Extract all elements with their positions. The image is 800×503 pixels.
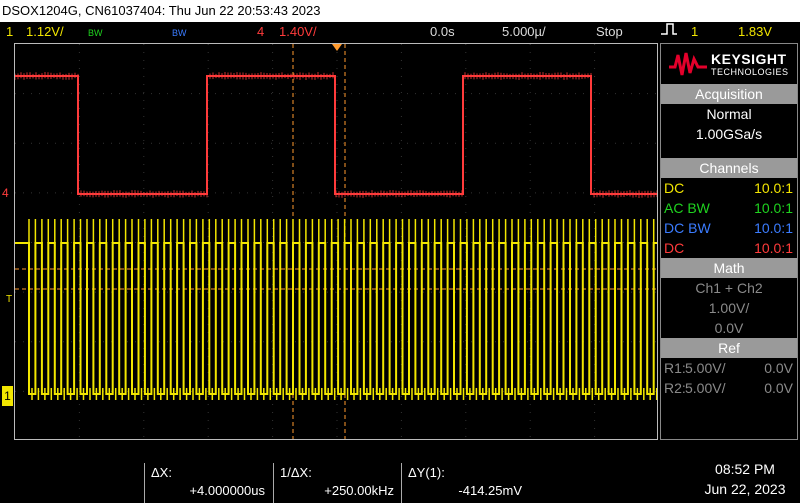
trigger-level-marker[interactable]: T (6, 294, 12, 305)
ch4-scale[interactable]: 1.40V/ (279, 22, 317, 42)
inverse-delta-x-value: +250.00kHz (324, 483, 394, 498)
brand-name: KEYSIGHT (711, 51, 787, 67)
channels-header[interactable]: Channels (661, 158, 797, 178)
trigger-source[interactable]: 1 (691, 22, 698, 42)
acquisition-rate: 1.00GSa/s (661, 124, 797, 144)
ch1-coupling: DC (664, 180, 684, 196)
time-delay[interactable]: 0.0s (430, 22, 455, 42)
clock-date: Jun 22, 2023 (690, 479, 800, 499)
ch2-bw-label[interactable]: BW (88, 23, 103, 43)
ch1-scale[interactable]: 1.12V/ (26, 22, 64, 42)
title-text: DSOX1204G, CN61037404: Thu Jun 22 20:53:… (2, 3, 321, 18)
ch4-probe: 10.0:1 (754, 238, 793, 258)
ref-row-1[interactable]: R1: 5.00V/ 0.0V (661, 358, 797, 378)
math-header[interactable]: Math (661, 258, 797, 278)
keysight-logo: KEYSIGHT TECHNOLOGIES (661, 44, 797, 82)
inverse-delta-x-measurement[interactable]: 1/ΔX: +250.00kHz (273, 463, 402, 503)
clock: 08:52 PM Jun 22, 2023 (690, 459, 800, 499)
ch4-ground-marker[interactable]: 4 (2, 186, 9, 200)
delta-y-measurement[interactable]: ΔY(1): -414.25mV (401, 463, 530, 503)
ch2-probe: 10.0:1 (754, 198, 793, 218)
delta-x-label: ΔX: (151, 465, 172, 480)
ref2-offset: 0.0V (764, 378, 793, 398)
math-offset: 0.0V (661, 318, 797, 338)
ref2-name: R2: (664, 380, 686, 396)
ch3-bw-label[interactable]: BW (172, 23, 187, 43)
delta-y-label: ΔY(1): (408, 465, 445, 480)
ch1-probe: 10.0:1 (754, 178, 793, 198)
time-scale[interactable]: 5.000µ/ (502, 22, 546, 42)
delta-x-measurement[interactable]: ΔX: +4.000000us (144, 463, 273, 503)
channel-row-3[interactable]: DC BW 10.0:1 (661, 218, 797, 238)
delta-y-value: -414.25mV (458, 483, 522, 498)
channel-row-2[interactable]: AC BW 10.0:1 (661, 198, 797, 218)
waveform-canvas (15, 44, 658, 440)
brand-sub: TECHNOLOGIES (711, 67, 789, 77)
ch3-probe: 10.0:1 (754, 218, 793, 238)
ch3-coupling: DC BW (664, 220, 711, 236)
math-expression: Ch1 + Ch2 (661, 278, 797, 298)
run-state[interactable]: Stop (596, 22, 623, 42)
side-panel: KEYSIGHT TECHNOLOGIES Acquisition Normal… (660, 43, 798, 440)
channel-row-4[interactable]: DC 10.0:1 (661, 238, 797, 258)
measurement-bar: ΔX: +4.000000us 1/ΔX: +250.00kHz ΔY(1): … (0, 441, 800, 503)
ch4-coupling: DC (664, 240, 684, 256)
acquisition-mode: Normal (661, 104, 797, 124)
ch4-number[interactable]: 4 (257, 22, 264, 42)
ch1-waveform (15, 243, 658, 394)
channel-row-1[interactable]: DC 10.0:1 (661, 178, 797, 198)
trigger-edge-icon (660, 22, 678, 42)
delta-x-value: +4.000000us (189, 483, 265, 498)
status-bar: 1 1.12V/ BW BW 4 1.40V/ 0.0s 5.000µ/ Sto… (0, 22, 800, 42)
ch1-number[interactable]: 1 (6, 22, 13, 42)
keysight-wave-icon (667, 49, 709, 79)
waveform-display[interactable] (14, 43, 658, 440)
clock-time: 08:52 PM (690, 459, 800, 479)
math-scale: 1.00V/ (661, 298, 797, 318)
acquisition-header[interactable]: Acquisition (661, 84, 797, 104)
inverse-delta-x-label: 1/ΔX: (280, 465, 312, 480)
ref2-scale: 5.00V/ (685, 378, 725, 398)
trigger-position-marker (332, 44, 342, 51)
ref1-name: R1: (664, 360, 686, 376)
trigger-level[interactable]: 1.83V (738, 22, 772, 42)
ref-header[interactable]: Ref (661, 338, 797, 358)
ch1-ground-marker[interactable]: 1 (2, 386, 13, 406)
title-bar: DSOX1204G, CN61037404: Thu Jun 22 20:53:… (0, 0, 800, 22)
ref-row-2[interactable]: R2: 5.00V/ 0.0V (661, 378, 797, 398)
ref1-offset: 0.0V (764, 358, 793, 378)
ch2-coupling: AC BW (664, 200, 710, 216)
ref1-scale: 5.00V/ (685, 358, 725, 378)
